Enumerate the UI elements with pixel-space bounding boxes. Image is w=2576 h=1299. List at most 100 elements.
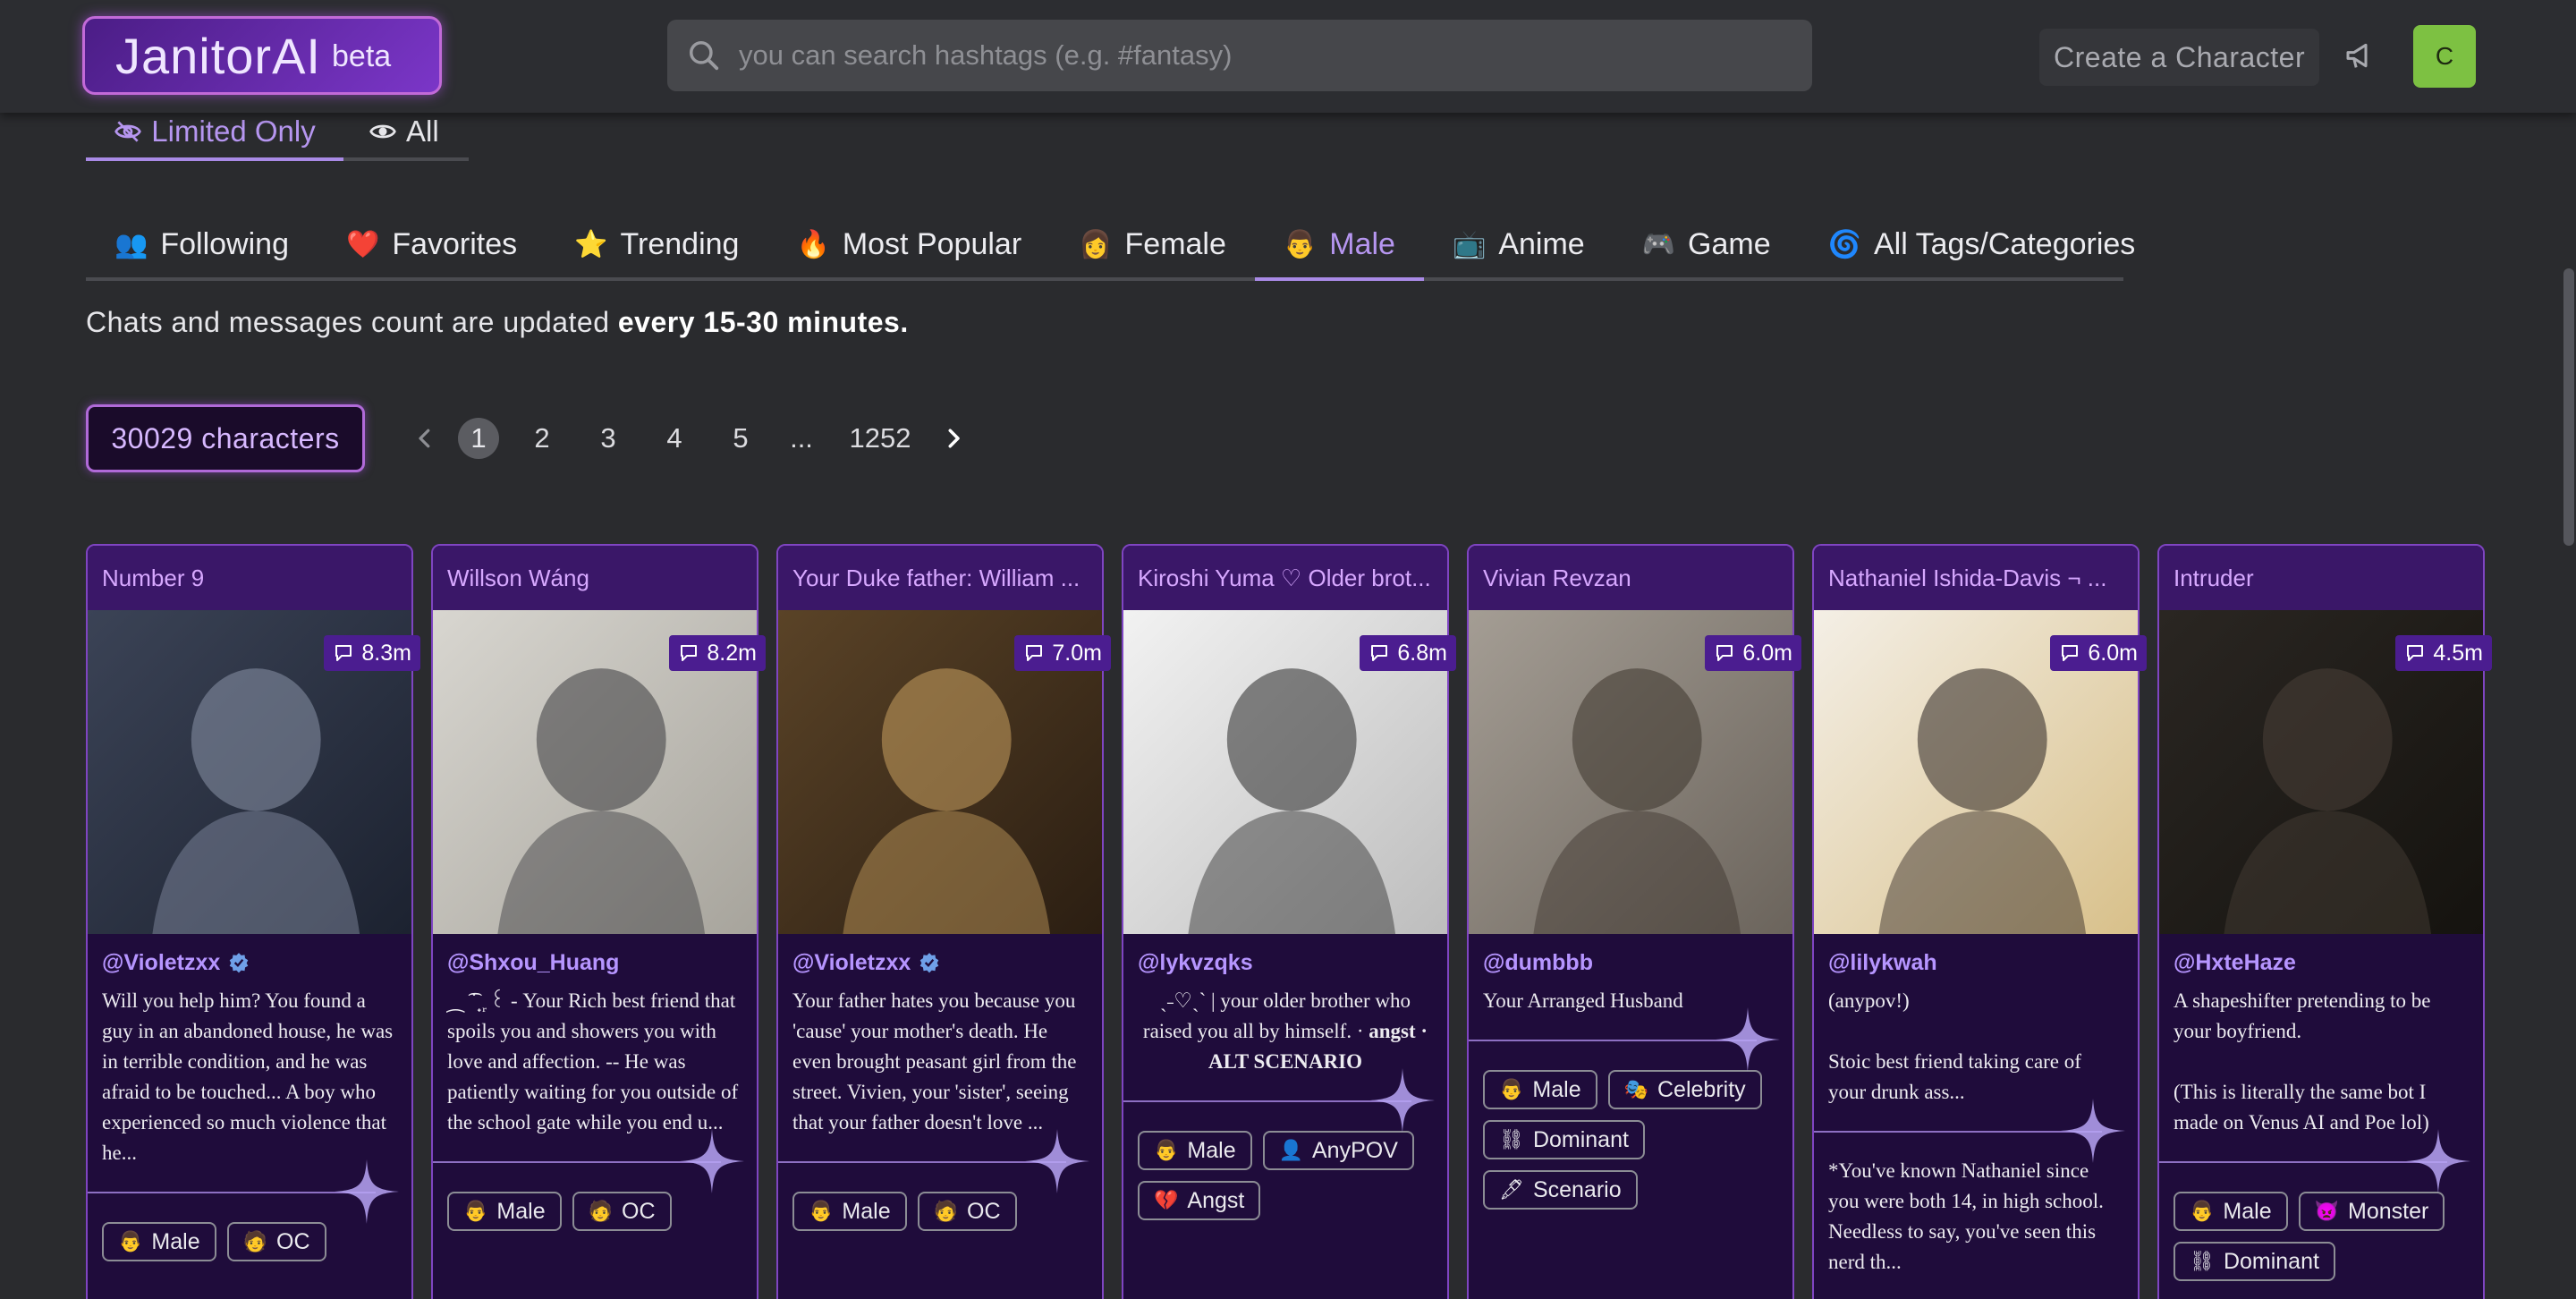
tag-icon: 🖋 [1499, 1178, 1524, 1201]
page-1-button[interactable]: 1 [458, 418, 499, 459]
tag-chip[interactable]: 👨 Male [447, 1192, 562, 1231]
tag-chip[interactable]: 👨 Male [792, 1192, 907, 1231]
card-title: Kiroshi Yuma ♡ Older brot... [1123, 546, 1447, 610]
tag-chip[interactable]: 👨 Male [1483, 1070, 1597, 1109]
tag-label: Angst [1187, 1187, 1245, 1213]
tag-chip[interactable]: 👨 Male [2174, 1192, 2288, 1231]
tag-icon: ⛓ [2190, 1250, 2215, 1272]
card-name: Willson Wáng [447, 564, 589, 591]
card-image[interactable]: 6.8m [1123, 610, 1456, 934]
creator-link[interactable]: @HxteHaze [2174, 947, 2469, 979]
tag-icon: 👿 [2314, 1200, 2339, 1222]
chat-count: 4.5m [2433, 640, 2483, 666]
sparkle-icon [335, 1159, 399, 1224]
page-4-button[interactable]: 4 [657, 413, 692, 463]
tag-chip[interactable]: 🖋 Scenario [1483, 1170, 1638, 1210]
tab-favorites[interactable]: ❤️ Favorites [318, 211, 546, 277]
tab-label: Following [160, 226, 289, 261]
tag-chip[interactable]: 🧑 OC [226, 1222, 326, 1261]
tab-female[interactable]: 👩 Female [1050, 211, 1255, 277]
chat-count-badge: 7.0m [1014, 635, 1111, 671]
search-bar[interactable] [667, 20, 1812, 91]
chat-count-badge: 6.8m [1360, 635, 1456, 671]
tag-chip[interactable]: ⛓ Dominant [1483, 1120, 1645, 1159]
character-card[interactable]: Vivian Revzan 6.0m @dumbbb Your Arranged … [1467, 544, 1801, 1299]
tab-trending[interactable]: ⭐ Trending [546, 211, 767, 277]
card-body: @Violetzxx Your father hates you because … [778, 934, 1102, 1231]
creator-name: @Violetzxx [792, 949, 911, 975]
page-3-button[interactable]: 3 [590, 413, 626, 463]
page-scrollbar[interactable] [2563, 268, 2574, 546]
card-divider [2159, 1129, 2483, 1193]
user-avatar[interactable]: C [2413, 25, 2476, 88]
tab-limited-only[interactable]: Limited Only [86, 106, 343, 161]
tab-following[interactable]: 👥 Following [86, 211, 318, 277]
sparkle-icon [2061, 1099, 2125, 1163]
creator-link[interactable]: @dumbbb [1483, 947, 1778, 979]
tag-chip[interactable]: 👤 AnyPOV [1262, 1131, 1414, 1170]
sparkle-icon [1716, 1007, 1780, 1072]
janitorai-logo[interactable]: JanitorAI beta [82, 16, 442, 95]
tag-icon: ⛓ [1499, 1128, 1524, 1150]
tag-icon: 🧑 [933, 1200, 958, 1222]
tag-icon: 👨 [1154, 1139, 1179, 1161]
card-image[interactable]: 8.2m [433, 610, 766, 934]
tag-label: AnyPOV [1312, 1137, 1398, 1163]
creator-link[interactable]: @lilykwah [1828, 947, 2123, 979]
tag-label: Dominant [1532, 1126, 1629, 1152]
tag-chip[interactable]: 🧑 OC [572, 1192, 672, 1231]
character-card[interactable]: Kiroshi Yuma ♡ Older brot... 6.8m @lykvz… [1122, 544, 1456, 1299]
tag-chip[interactable]: 👨 Male [1138, 1131, 1252, 1170]
next-page-button[interactable] [939, 413, 968, 463]
tab-all[interactable]: All [343, 106, 469, 161]
card-title: Your Duke father: William ... [778, 546, 1102, 610]
tab-all-label: All [406, 115, 439, 148]
tag-label: Dominant [2223, 1248, 2319, 1274]
tag-label: Celebrity [1657, 1076, 1746, 1102]
tab-label: Most Popular [842, 226, 1022, 261]
tag-label: Male [842, 1198, 891, 1224]
character-card[interactable]: Intruder 4.5m @HxteHaze A shapeshifter pr… [2157, 544, 2492, 1299]
tag-label: Male [151, 1228, 200, 1254]
create-character-button[interactable]: Create a Character [2039, 29, 2320, 86]
character-card[interactable]: Number 9 8.3m @Violetzxx Will you help hi… [86, 544, 420, 1299]
tab-anime[interactable]: 📺 Anime [1424, 211, 1614, 277]
tag-chip[interactable]: ⛓ Dominant [2174, 1242, 2335, 1281]
page-2-button[interactable]: 2 [524, 413, 560, 463]
card-image[interactable]: 7.0m [778, 610, 1111, 934]
creator-link[interactable]: @Violetzxx [102, 947, 397, 979]
tab-male[interactable]: 👨 Male [1254, 211, 1425, 281]
chat-bubble-icon [1716, 645, 1733, 661]
tab-label: Male [1329, 226, 1395, 261]
search-input[interactable] [739, 39, 1794, 72]
creator-link[interactable]: @Shxou_Huang [447, 947, 742, 979]
character-card[interactable]: Willson Wáng 8.2m @Shxou_Huang ⁔ ͡ ̇ ̟ ᷊ … [431, 544, 766, 1299]
card-image[interactable]: 8.3m [88, 610, 420, 934]
tab-all-tags-categories[interactable]: 🌀 All Tags/Categories [1800, 211, 2165, 277]
tag-chip[interactable]: 💔 Angst [1138, 1181, 1261, 1220]
tab-label: Female [1124, 226, 1226, 261]
card-image[interactable]: 6.0m [1469, 610, 1801, 934]
tag-chip[interactable]: 👿 Monster [2298, 1192, 2445, 1231]
megaphone-icon[interactable] [2343, 36, 2379, 75]
tab-most-popular[interactable]: 🔥 Most Popular [767, 211, 1050, 277]
chevron-right-icon [948, 429, 960, 448]
card-image[interactable]: 6.0m [1814, 610, 2147, 934]
tag-chip[interactable]: 👨 Male [102, 1222, 216, 1261]
tag-chip[interactable]: 🧑 OC [917, 1192, 1017, 1231]
tag-chip[interactable]: 🎭 Celebrity [1607, 1070, 1762, 1109]
card-title: Willson Wáng [433, 546, 757, 610]
creator-link[interactable]: @Violetzxx [792, 947, 1088, 979]
search-icon [690, 41, 719, 71]
creator-link[interactable]: @lykvzqks [1138, 947, 1433, 979]
character-card[interactable]: Your Duke father: William ... 7.0m @Viol… [776, 544, 1111, 1299]
chat-count-badge: 8.2m [669, 635, 766, 671]
card-divider [88, 1159, 411, 1224]
tag-list: 👨 Male 🎭 Celebrity ⛓ Dominant 🖋 Scenario [1483, 1070, 1778, 1210]
page-last-button[interactable]: 1252 [839, 413, 921, 463]
page-5-button[interactable]: 5 [723, 413, 758, 463]
prev-page-button[interactable] [411, 413, 438, 463]
tab-game[interactable]: 🎮 Game [1614, 211, 1800, 277]
character-card[interactable]: Nathaniel Ishida-Davis ¬ ... 6.0m @lilyk… [1812, 544, 2147, 1299]
card-image[interactable]: 4.5m [2159, 610, 2492, 934]
